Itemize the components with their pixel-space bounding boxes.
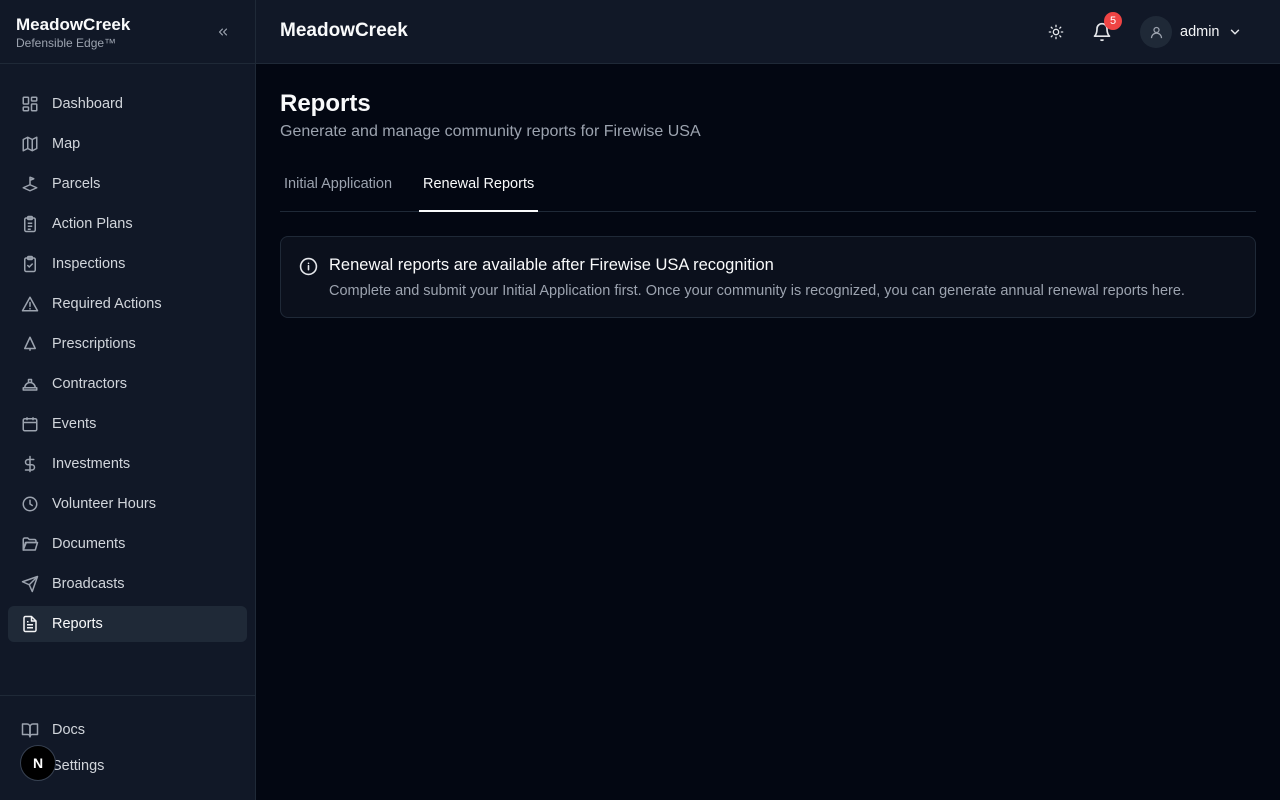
file-text-icon [20, 614, 40, 634]
folder-icon [20, 534, 40, 554]
user-icon [1150, 26, 1162, 38]
sidebar-item-label: Settings [52, 758, 105, 774]
user-avatar [1140, 16, 1172, 48]
parcels-icon [20, 174, 40, 194]
sidebar-item-docs[interactable]: Docs [8, 712, 247, 748]
sidebar-item-label: Map [52, 136, 81, 152]
info-icon [298, 256, 318, 276]
sidebar-item-label: Docs [52, 722, 86, 738]
sidebar-item-documents[interactable]: Documents [8, 526, 247, 562]
main-content: Reports Generate and manage community re… [280, 64, 1256, 318]
sidebar-item-label: Dashboard [52, 96, 123, 112]
notification-count-badge: 5 [1104, 12, 1122, 30]
book-icon [20, 720, 40, 740]
sidebar-item-broadcasts[interactable]: Broadcasts [8, 566, 247, 602]
sidebar-item-dashboard[interactable]: Dashboard [8, 86, 247, 122]
header-title: MeadowCreek [280, 20, 408, 41]
sidebar-item-label: Prescriptions [52, 336, 136, 352]
collapse-sidebar-button[interactable] [213, 22, 233, 42]
sidebar-item-volunteer-hours[interactable]: Volunteer Hours [8, 486, 247, 522]
sidebar-item-label: Investments [52, 456, 131, 472]
sidebar: MeadowCreek Defensible Edge™ Dashboard M… [0, 0, 256, 800]
sidebar-item-label: Reports [52, 616, 103, 632]
sidebar-item-parcels[interactable]: Parcels [8, 166, 247, 202]
sidebar-item-action-plans[interactable]: Action Plans [8, 206, 247, 242]
clock-icon [20, 494, 40, 514]
clipboard-check-icon [20, 254, 40, 274]
sidebar-item-label: Required Actions [52, 296, 162, 312]
sidebar-nav: Dashboard Map Parcels Action Plans Inspe… [0, 64, 255, 642]
sidebar-item-map[interactable]: Map [8, 126, 247, 162]
user-menu-button[interactable]: admin [1140, 16, 1242, 48]
clipboard-list-icon [20, 214, 40, 234]
sidebar-item-investments[interactable]: Investments [8, 446, 247, 482]
sidebar-item-prescriptions[interactable]: Prescriptions [8, 326, 247, 362]
send-icon [20, 574, 40, 594]
sidebar-item-contractors[interactable]: Contractors [8, 366, 247, 402]
theme-toggle-button[interactable] [1046, 22, 1066, 42]
sidebar-item-label: Inspections [52, 256, 126, 272]
sidebar-item-inspections[interactable]: Inspections [8, 246, 247, 282]
tab-initial-application[interactable]: Initial Application [280, 162, 396, 212]
brand-name: MeadowCreek [16, 15, 131, 34]
report-tabs: Initial Application Renewal Reports [280, 162, 1256, 212]
alert-body: Complete and submit your Initial Applica… [329, 283, 1185, 299]
sidebar-item-label: Events [52, 416, 97, 432]
chevron-down-icon [1230, 29, 1239, 35]
app-avatar-button[interactable]: N [20, 745, 56, 781]
calendar-icon [20, 414, 40, 434]
map-icon [20, 134, 40, 154]
info-alert: Renewal reports are available after Fire… [280, 236, 1256, 318]
warning-icon [20, 294, 40, 314]
tree-icon [20, 334, 40, 354]
sidebar-item-label: Broadcasts [52, 576, 125, 592]
brand-tagline: Defensible Edge™ [16, 36, 117, 50]
sidebar-item-required-actions[interactable]: Required Actions [8, 286, 247, 322]
sidebar-item-label: Documents [52, 536, 126, 552]
user-name: admin [1180, 24, 1220, 40]
alert-title: Renewal reports are available after Fire… [329, 256, 774, 274]
page-title: Reports [280, 90, 371, 117]
brand: MeadowCreek Defensible Edge™ [0, 0, 255, 64]
dollar-icon [20, 454, 40, 474]
page-subtitle: Generate and manage community reports fo… [280, 123, 701, 140]
sidebar-item-label: Action Plans [52, 216, 133, 232]
sidebar-item-events[interactable]: Events [8, 406, 247, 442]
sidebar-item-reports[interactable]: Reports [8, 606, 247, 642]
hard-hat-icon [20, 374, 40, 394]
top-header: MeadowCreek 5 admin [256, 0, 1280, 64]
sidebar-item-label: Parcels [52, 176, 101, 192]
dashboard-icon [20, 94, 40, 114]
chevrons-left-icon [218, 28, 228, 36]
sidebar-item-label: Contractors [52, 376, 127, 392]
sun-icon [1048, 24, 1064, 40]
tab-renewal-reports[interactable]: Renewal Reports [419, 162, 539, 212]
avatar-letter: N [32, 755, 44, 771]
sidebar-item-label: Volunteer Hours [52, 496, 156, 512]
